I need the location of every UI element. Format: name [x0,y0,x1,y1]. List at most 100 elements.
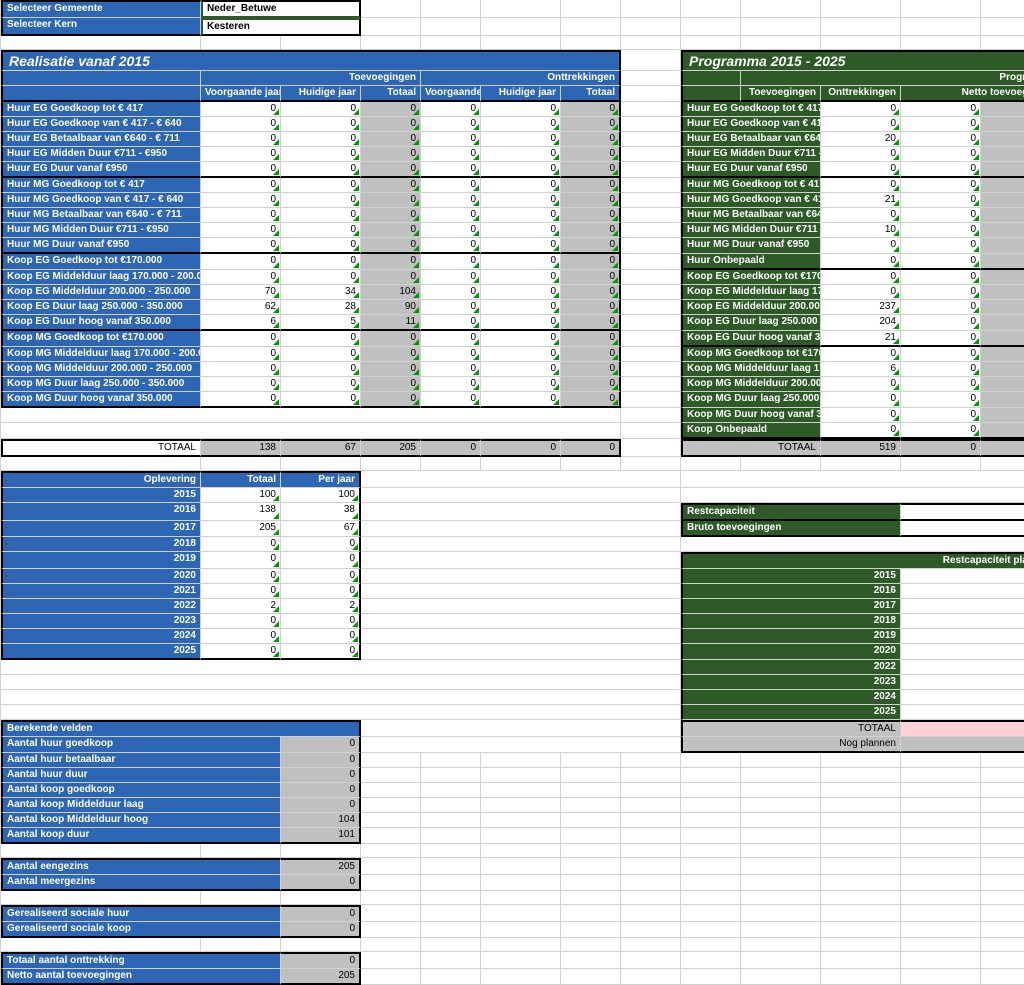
cell[interactable]: 0 [901,285,981,300]
dropdown-kern[interactable]: Kesteren [201,18,361,36]
cell[interactable]: 0 [481,285,561,300]
cell[interactable]: 0 [281,377,361,392]
cell[interactable]: 0 [201,584,281,599]
cell[interactable]: 6 [821,362,901,377]
cell[interactable]: 0 [481,238,561,254]
cell[interactable]: 28 [281,300,361,315]
cell[interactable]: 0 [421,362,481,377]
cell[interactable]: 0 [821,285,901,300]
cell[interactable]: 0 [201,614,281,629]
cell[interactable]: 0 [901,690,1024,705]
cell[interactable]: 0 [201,392,281,408]
cell[interactable]: 0 [901,315,981,331]
cell[interactable]: 0 [201,552,281,569]
cell[interactable]: 0 [901,362,981,377]
cell[interactable]: 0 [901,599,1024,614]
cell[interactable]: 6 [201,315,281,331]
cell[interactable]: 0 [421,147,481,162]
cell[interactable]: 0 [201,223,281,238]
cell[interactable]: 0 [901,331,981,347]
cell[interactable]: 0 [481,331,561,347]
cell[interactable]: 237 [821,300,901,315]
cell[interactable]: 0 [201,132,281,147]
cell[interactable]: 0 [281,193,361,208]
cell[interactable]: 0 [901,377,981,392]
cell[interactable]: 0 [421,208,481,223]
cell[interactable]: 0 [281,178,361,193]
cell[interactable]: 0 [281,569,361,584]
cell[interactable]: 62 [201,300,281,315]
cell[interactable]: 0 [201,162,281,178]
cell[interactable]: 0 [281,537,361,552]
cell[interactable]: 0 [201,629,281,644]
cell[interactable]: 0 [421,102,481,117]
cell[interactable]: 0 [481,132,561,147]
cell[interactable]: 0 [201,331,281,347]
cell[interactable]: 0 [201,254,281,270]
cell[interactable]: 0 [481,102,561,117]
cell[interactable]: 0 [281,629,361,644]
cell[interactable]: 0 [481,223,561,238]
cell[interactable]: 0 [201,347,281,362]
cell[interactable]: 0 [481,147,561,162]
cell[interactable]: 21 [821,193,901,208]
cell[interactable]: 0 [281,254,361,270]
cell[interactable]: 0 [821,270,901,285]
cell[interactable]: 0 [201,193,281,208]
cell[interactable]: 0 [901,193,981,208]
cell[interactable]: 0 [901,270,981,285]
cell[interactable]: 0 [421,377,481,392]
cell[interactable]: 0 [901,147,981,162]
cell[interactable]: 0 [901,408,981,423]
cell[interactable]: 70 [201,285,281,300]
cell[interactable]: 0 [901,675,1024,690]
cell[interactable]: 0 [201,270,281,285]
cell[interactable]: 0 [421,193,481,208]
cell[interactable]: 0 [481,300,561,315]
cell[interactable]: 0 [901,178,981,193]
cell[interactable]: 0 [201,147,281,162]
cell[interactable]: 0 [421,178,481,193]
cell[interactable]: 0 [901,132,981,147]
cell[interactable]: 0 [821,254,901,270]
cell[interactable]: 128 [901,629,1024,644]
cell[interactable]: 0 [481,178,561,193]
cell[interactable]: 0 [201,238,281,254]
cell[interactable]: 0 [281,392,361,408]
cell[interactable]: 0 [281,362,361,377]
cell[interactable]: 67 [281,521,361,537]
cell[interactable]: 0 [901,254,981,270]
cell[interactable]: 204 [821,315,901,331]
cell[interactable]: 0 [281,162,361,178]
cell[interactable]: 0 [821,238,901,254]
cell[interactable]: 100 [201,488,281,503]
cell[interactable]: 0 [281,132,361,147]
cell[interactable]: 10 [821,223,901,238]
cell[interactable]: 0 [421,300,481,315]
cell[interactable]: 38 [281,503,361,521]
cell[interactable]: 0 [901,584,1024,599]
cell[interactable]: 0 [281,102,361,117]
cell[interactable]: 0 [201,362,281,377]
cell[interactable]: 0 [481,377,561,392]
cell[interactable]: 0 [281,270,361,285]
cell[interactable]: 138 [201,503,281,521]
cell[interactable]: 0 [481,193,561,208]
cell[interactable]: 0 [421,392,481,408]
cell[interactable]: 100 [281,488,361,503]
cell[interactable]: 205 [201,521,281,537]
cell[interactable]: 0 [201,644,281,660]
cell[interactable]: 0 [821,178,901,193]
cell[interactable]: 0 [481,315,561,331]
cell[interactable]: 43 [901,614,1024,629]
cell[interactable]: 0 [281,238,361,254]
cell[interactable]: 0 [481,254,561,270]
cell[interactable]: 0 [281,331,361,347]
cell[interactable]: 0 [201,377,281,392]
cell[interactable]: 0 [901,162,981,178]
cell[interactable]: 0 [821,423,901,439]
cell[interactable]: 0 [421,270,481,285]
cell[interactable]: 0 [901,223,981,238]
cell[interactable]: 0 [201,117,281,132]
cell[interactable]: 0 [821,377,901,392]
